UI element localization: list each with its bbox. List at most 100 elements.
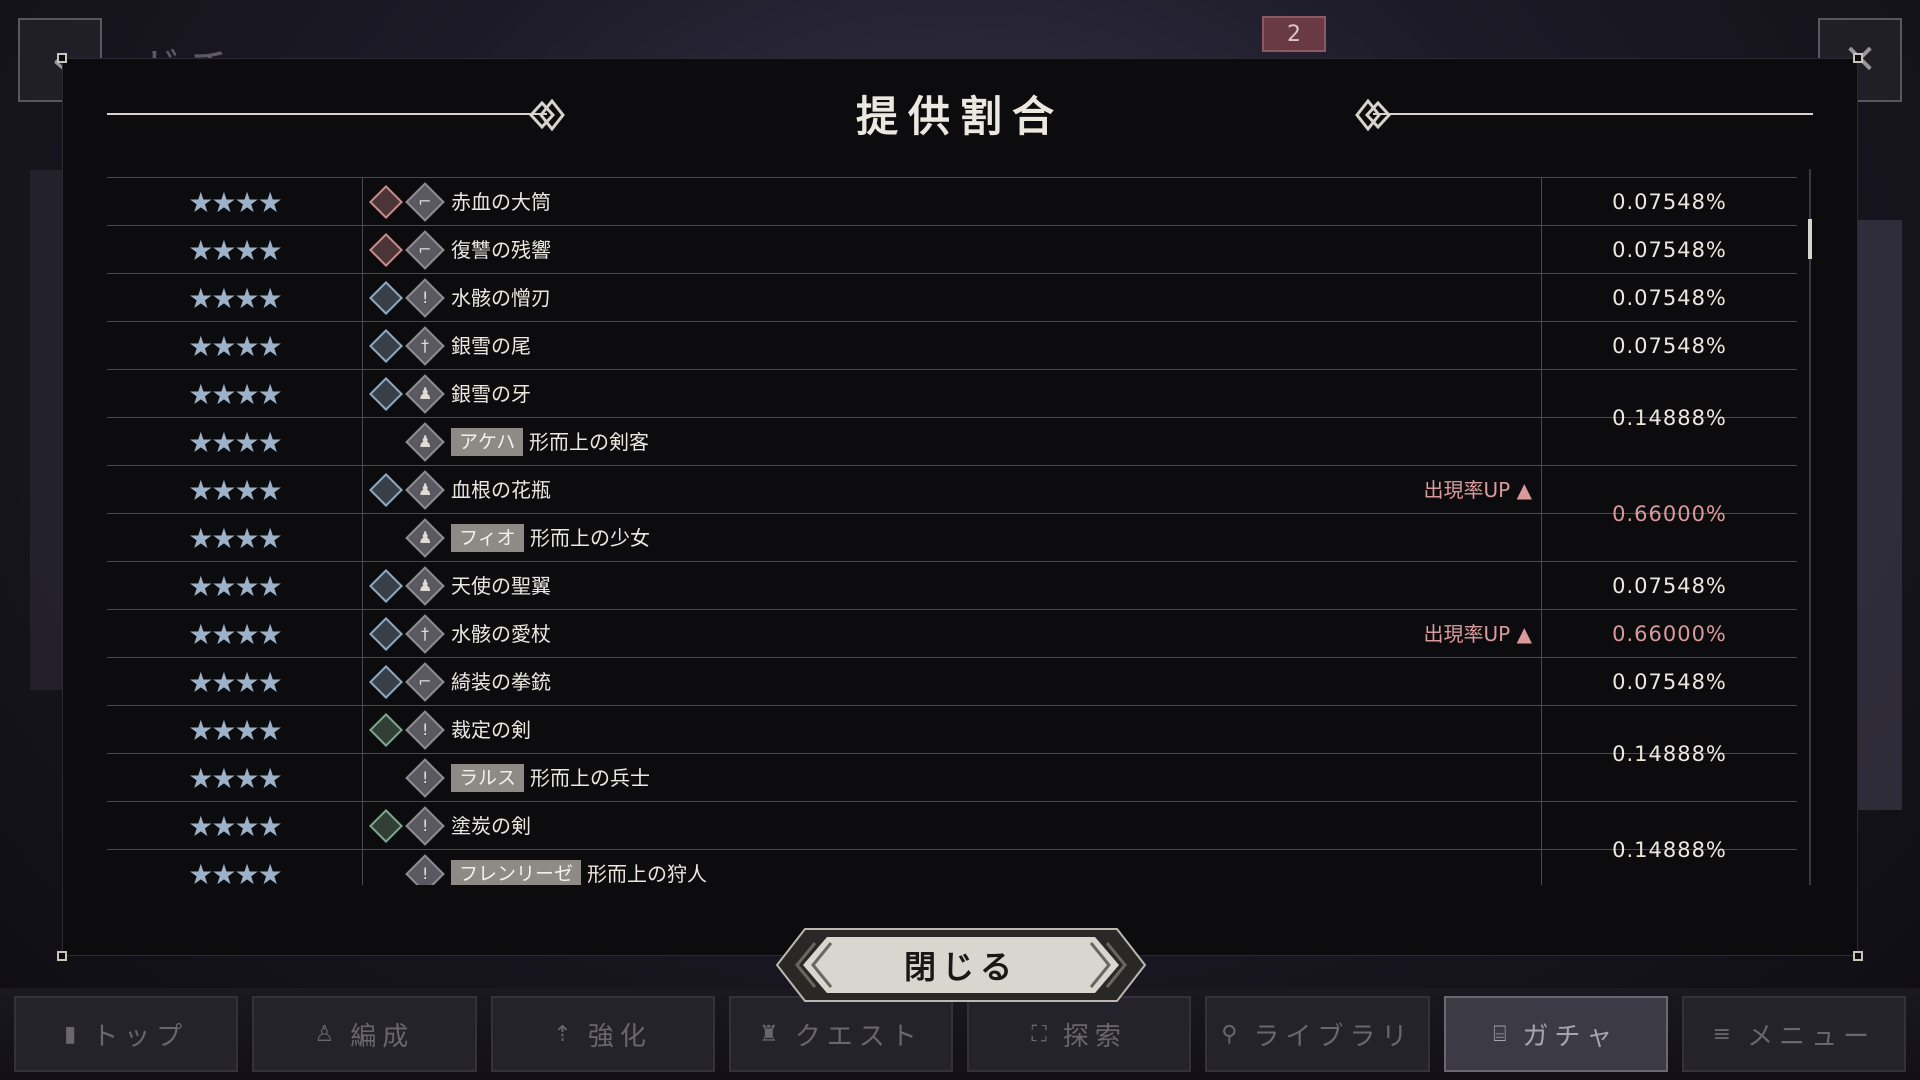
rarity-stars: ★★★★ [188, 233, 282, 267]
staff-type-icon: † [405, 614, 445, 654]
rarity-stars: ★★★★ [188, 857, 282, 886]
item-name: 銀雪の牙 [451, 382, 531, 406]
fire-attribute-icon [369, 233, 403, 267]
item-cell: ♟ 銀雪の牙 [362, 370, 1542, 418]
nav-item[interactable]: ⇡ 強化 [490, 996, 715, 1072]
arrow-up-icon: ▲ [1510, 478, 1532, 502]
nav-icon: ⌸ [1493, 1021, 1513, 1047]
close-button[interactable]: 閉じる [775, 927, 1147, 1003]
nav-label: トップ [92, 1021, 189, 1052]
rarity-stars: ★★★★ [188, 761, 282, 795]
nav-item[interactable]: ⛶ 探索 [967, 996, 1192, 1072]
wind-attribute-icon [369, 809, 403, 843]
bell-type-icon: ♟ [405, 374, 445, 414]
item-cell: ! ラルス 形而上の兵士 [362, 754, 1542, 802]
rarity-stars: ★★★★ [188, 473, 282, 507]
rarity-stars: ★★★★ [188, 809, 282, 843]
nav-icon: ▮ [64, 1021, 83, 1047]
nav-item[interactable]: ♜ クエスト [728, 996, 953, 1072]
drop-rate-value: 0.07548% [1541, 321, 1797, 369]
drop-rate-value: 0.66000% [1541, 609, 1797, 657]
nav-icon: ⛶ [1031, 1021, 1053, 1047]
nav-icon: ≡ [1712, 1021, 1738, 1047]
nav-item[interactable]: ≡ メニュー [1681, 996, 1906, 1072]
nav-item[interactable]: ⚲ ライブラリ [1205, 996, 1430, 1072]
nav-item[interactable]: ▮ トップ [14, 996, 239, 1072]
nav-label: ライブラリ [1253, 1021, 1414, 1052]
item-name: 水骸の愛杖 [451, 622, 551, 646]
item-name: 形而上の兵士 [530, 766, 650, 790]
diamond-ornament-icon [1355, 98, 1392, 132]
rate-up-badge: 出現率UP ▲ [1424, 466, 1532, 514]
character-tag: アケハ [451, 428, 524, 456]
rarity-stars: ★★★★ [188, 569, 282, 603]
background-left-panel [30, 170, 64, 690]
gun-type-icon: ⌐ [405, 230, 445, 270]
nav-label: 探索 [1062, 1021, 1127, 1052]
drop-rate-value: 0.14888% [1541, 369, 1797, 465]
item-name: 復讐の残響 [451, 238, 551, 262]
item-name: 綺装の拳銃 [451, 670, 551, 694]
item-cell: ⌐ 復讐の残響 [362, 226, 1542, 274]
scrollbar-track[interactable] [1809, 169, 1811, 885]
drop-rate-value: 0.66000% [1541, 465, 1797, 561]
item-cell: ! フレンリーゼ 形而上の狩人 [362, 850, 1542, 885]
rarity-stars: ★★★★ [188, 185, 282, 219]
item-name: 天使の聖翼 [451, 574, 551, 598]
drop-rate-list[interactable]: ★★★★ ⌐ 赤血の大筒 ★★★★ ⌐ 復讐の残響 ★★★★! 水骸の憎刃 ★★★★ † 銀雪の尾 ★… [107, 169, 1801, 885]
gun-type-icon: ⌐ [405, 182, 445, 222]
rarity-stars: ★★★★ [188, 377, 282, 411]
ticket-count-badge: 2 [1262, 16, 1326, 52]
drop-rate-value: 0.14888% [1541, 705, 1797, 801]
scrollbar-thumb[interactable] [1808, 219, 1812, 259]
water-attribute-icon [369, 665, 403, 699]
fire-attribute-icon [369, 185, 403, 219]
character-tag: フレンリーゼ [451, 860, 582, 885]
rate-up-label: 出現率UP [1423, 622, 1511, 646]
nav-label: 編成 [350, 1021, 415, 1052]
nav-label: 強化 [587, 1021, 652, 1052]
corner-ornament [57, 951, 67, 961]
item-name: 塗炭の剣 [451, 814, 531, 838]
nav-item[interactable]: ♙ 編成 [252, 996, 477, 1072]
bell-type-icon: ♟ [405, 470, 445, 510]
rarity-stars: ★★★★ [188, 713, 282, 747]
character-tag: ラルス [451, 764, 525, 792]
drop-rate-modal: 提供割合 ★★★★ ⌐ 赤血の大筒 ★★★★ ⌐ 復讐の残響 ★★★★! 水骸の憎刃 ★★★★ †… [57, 53, 1863, 1002]
water-attribute-icon [369, 329, 403, 363]
item-name: 銀雪の尾 [451, 334, 531, 358]
item-cell: ! 水骸の憎刃 [362, 274, 1542, 322]
item-cell: ⌐ 綺装の拳銃 [362, 658, 1542, 706]
drop-rate-value: 0.07548% [1541, 177, 1797, 225]
bell-type-icon: ♟ [405, 518, 445, 558]
wind-attribute-icon [369, 713, 403, 747]
sword-type-icon: ! [405, 710, 445, 750]
item-cell: ! 塗炭の剣 [362, 802, 1542, 850]
gun-type-icon: ⌐ [405, 662, 445, 702]
item-name: 形而上の少女 [530, 526, 650, 550]
item-name: 形而上の狩人 [587, 862, 707, 885]
item-cell: ⌐ 赤血の大筒 [362, 178, 1542, 226]
item-cell: ♟ フィオ 形而上の少女 [362, 514, 1542, 562]
close-button-label: 閉じる [903, 948, 1018, 986]
item-cell: ♟ 天使の聖翼 [362, 562, 1542, 610]
water-attribute-icon [369, 281, 403, 315]
corner-ornament [1853, 53, 1863, 63]
rarity-stars: ★★★★ [188, 665, 282, 699]
item-name: 水骸の憎刃 [451, 286, 551, 310]
nav-icon: ♜ [759, 1021, 785, 1047]
corner-ornament [57, 53, 67, 63]
nav-item[interactable]: ⌸ ガチャ [1443, 996, 1668, 1072]
nav-icon: ⇡ [553, 1021, 578, 1047]
nav-label: メニュー [1747, 1021, 1876, 1052]
sword-type-icon: ! [405, 758, 445, 798]
corner-ornament [1853, 951, 1863, 961]
item-cell: † 水骸の愛杖 出現率UP ▲ [362, 610, 1542, 658]
item-cell: ♟ 血根の花瓶 出現率UP ▲ [362, 466, 1542, 514]
nav-icon: ⚲ [1221, 1021, 1244, 1047]
staff-type-icon: † [405, 326, 445, 366]
water-attribute-icon [369, 617, 403, 651]
drop-rate-value: 0.07548% [1541, 273, 1797, 321]
title-divider-right [1373, 113, 1813, 115]
character-tag: フィオ [451, 524, 524, 552]
